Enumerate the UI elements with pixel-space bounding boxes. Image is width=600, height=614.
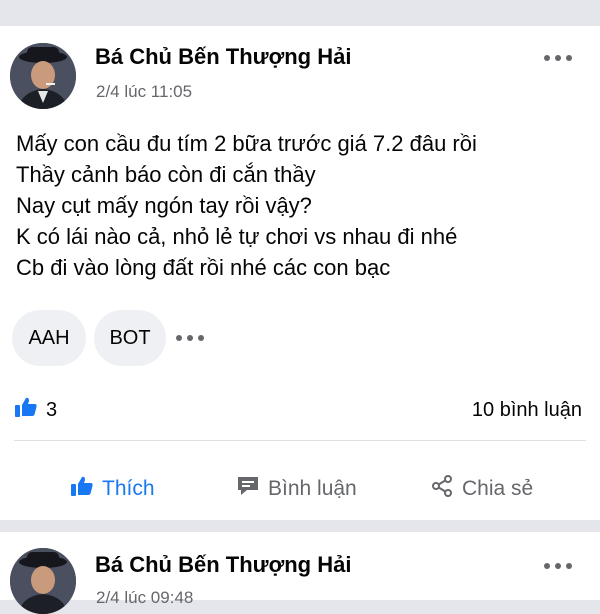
more-options-button[interactable] [538,556,578,576]
author-name[interactable]: Bá Chủ Bến Thượng Hải [95,552,351,578]
thumbs-up-icon [14,396,38,424]
comment-button[interactable]: Bình luận [236,474,357,504]
more-tags-button[interactable] [176,330,210,346]
more-dots-icon [544,563,550,569]
like-count: 3 [46,398,58,421]
more-options-button[interactable] [538,48,578,68]
reaction-summary[interactable]: 3 [14,396,58,424]
avatar[interactable] [10,548,76,614]
post-timestamp[interactable]: 2/4 lúc 09:48 [96,588,193,608]
comment-count[interactable]: 10 bình luận [472,398,582,422]
post-text: Mấy con cầu đu tím 2 bữa trước giá 7.2 đ… [16,128,586,283]
post-card: Bá Chủ Bến Thượng Hải 2/4 lúc 11:05 Mấy … [0,26,600,520]
like-label: Thích [102,477,155,500]
post-timestamp[interactable]: 2/4 lúc 11:05 [96,82,192,102]
post-text-line: Nay cụt mấy ngón tay rồi vậy? [16,193,312,218]
post-card: Bá Chủ Bến Thượng Hải 2/4 lúc 09:48 [0,532,600,614]
post-text-line: K có lái nào cả, nhỏ lẻ tự chơi vs nhau … [16,224,458,249]
share-button[interactable]: Chia sẻ [430,474,533,504]
tag-chip-aah[interactable]: AAH [12,310,86,366]
comment-icon [236,475,260,503]
thumbs-up-icon [70,475,94,503]
share-icon [430,474,454,504]
post-text-line: Thầy cảnh báo còn đi cắn thầy [16,162,316,187]
more-dots-icon [544,55,550,61]
tag-chip-bot[interactable]: BOT [94,310,166,366]
avatar[interactable] [10,43,76,109]
share-label: Chia sẻ [462,477,534,500]
like-button[interactable]: Thích [70,474,155,504]
post-text-line: Mấy con cầu đu tím 2 bữa trước giá 7.2 đ… [16,131,477,156]
post-text-line: Cb đi vào lòng đất rồi nhé các con bạc [16,255,391,280]
divider [14,440,586,441]
author-name[interactable]: Bá Chủ Bến Thượng Hải [95,44,351,70]
more-dots-icon [176,335,182,341]
comment-label: Bình luận [268,477,357,500]
